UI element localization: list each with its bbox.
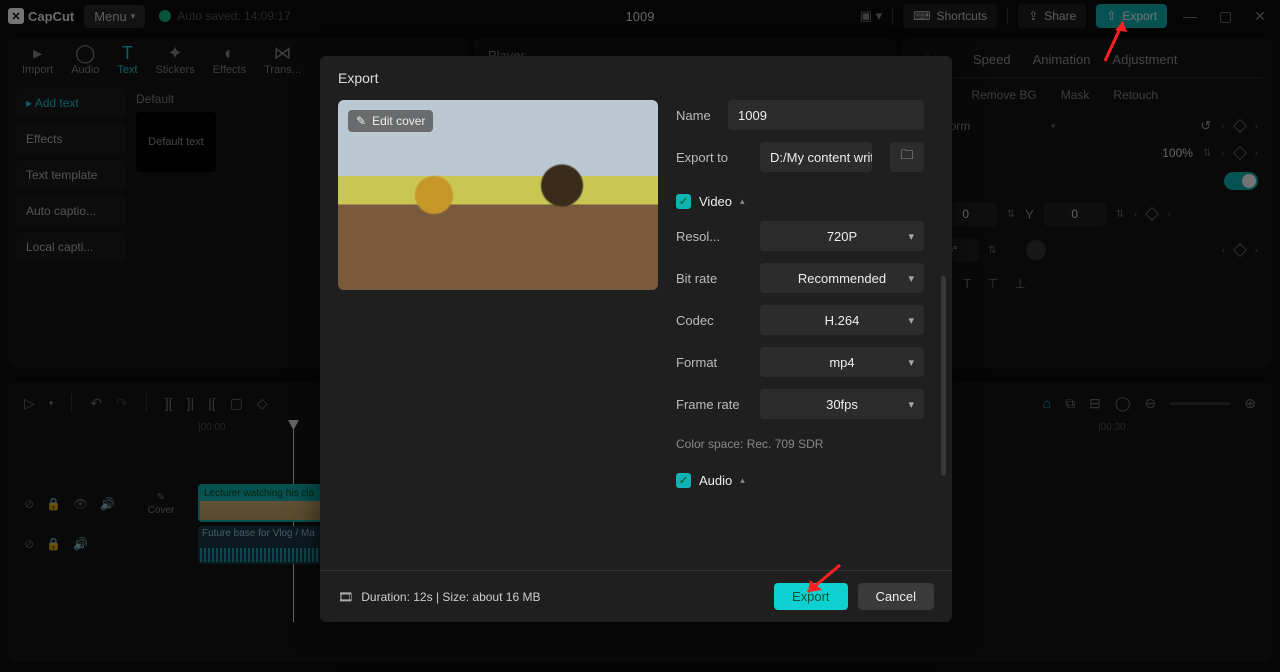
codec-label: Codec	[676, 313, 748, 328]
resolution-select[interactable]: 720P	[760, 221, 924, 251]
cancel-button[interactable]: Cancel	[858, 583, 934, 610]
video-section-label: Video	[699, 194, 732, 209]
format-select[interactable]: mp4	[760, 347, 924, 377]
dialog-title: Export	[320, 56, 952, 96]
checkbox-icon[interactable]: ✓	[676, 194, 691, 209]
bitrate-label: Bit rate	[676, 271, 748, 286]
fps-select[interactable]: 30fps	[760, 389, 924, 419]
folder-icon: 🗀	[900, 146, 913, 168]
color-space-info: Color space: Rec. 709 SDR	[676, 437, 924, 451]
export-to-label: Export to	[676, 150, 748, 165]
film-icon: 🎞	[338, 590, 353, 604]
export-form: Name Export to D:/My content writin... 🗀…	[676, 100, 934, 566]
audio-section-header[interactable]: ✓ Audio ▴	[676, 473, 924, 488]
pencil-icon: ✎	[356, 114, 366, 128]
checkbox-icon[interactable]: ✓	[676, 473, 691, 488]
name-row: Name	[676, 100, 924, 130]
codec-select[interactable]: H.264	[760, 305, 924, 335]
footer-info: 🎞 Duration: 12s | Size: about 16 MB	[338, 590, 540, 604]
chevron-up-icon: ▴	[740, 196, 745, 207]
export-confirm-button[interactable]: Export	[774, 583, 848, 610]
browse-folder-button[interactable]: 🗀	[890, 142, 924, 172]
video-preview: ✎ Edit cover	[338, 100, 658, 290]
name-input[interactable]	[728, 100, 924, 130]
dialog-body: ✎ Edit cover Name Export to D:/My conten…	[320, 96, 952, 570]
dialog-footer: 🎞 Duration: 12s | Size: about 16 MB Expo…	[320, 570, 952, 622]
audio-section-label: Audio	[699, 473, 732, 488]
name-label: Name	[676, 108, 716, 123]
export-dialog: Export ✎ Edit cover Name Export to D:/My…	[320, 56, 952, 622]
export-path: D:/My content writin...	[760, 142, 872, 172]
video-section-header[interactable]: ✓ Video ▴	[676, 194, 924, 209]
edit-cover-button[interactable]: ✎ Edit cover	[348, 110, 433, 132]
form-scrollbar[interactable]	[941, 276, 946, 476]
chevron-up-icon: ▴	[740, 475, 745, 486]
export-to-row: Export to D:/My content writin... 🗀	[676, 142, 924, 172]
bitrate-select[interactable]: Recommended	[760, 263, 924, 293]
format-label: Format	[676, 355, 748, 370]
resolution-label: Resol...	[676, 229, 748, 244]
fps-label: Frame rate	[676, 397, 748, 412]
